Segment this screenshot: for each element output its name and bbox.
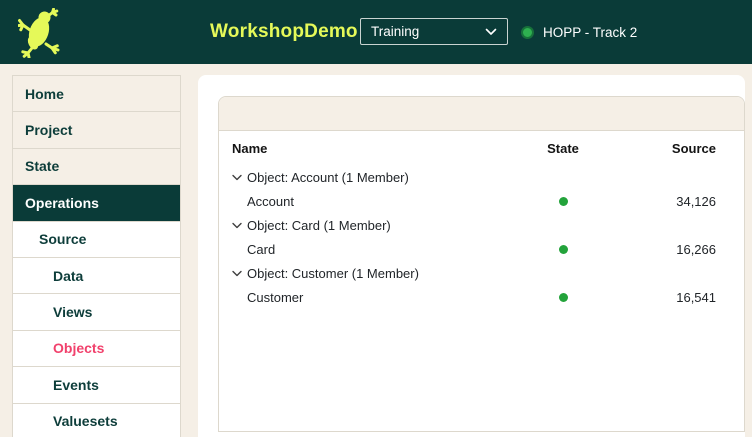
chevron-down-icon	[485, 28, 497, 36]
row-source-count: 16,266	[607, 242, 744, 257]
environment-select[interactable]: Training	[360, 18, 508, 45]
sidebar-item-valuesets[interactable]: Valuesets	[13, 404, 180, 437]
sidebar-item-label: Views	[53, 304, 92, 320]
sidebar-item-label: Source	[39, 231, 86, 247]
column-header-name: Name	[219, 141, 519, 156]
objects-card: Name State Source Object: Account (1 Mem…	[218, 96, 745, 432]
sidebar-item-label: Data	[53, 268, 83, 284]
row-name: Customer	[219, 290, 519, 305]
state-dot-icon	[559, 293, 568, 302]
row-source-count: 16,541	[607, 290, 744, 305]
sidebar-item-views[interactable]: Views	[13, 294, 180, 330]
sidebar-item-operations[interactable]: Operations	[13, 185, 180, 221]
sidebar-item-state[interactable]: State	[13, 149, 180, 185]
chevron-down-icon[interactable]	[232, 270, 242, 277]
row-source-count: 34,126	[607, 194, 744, 209]
sidebar-item-label: Operations	[25, 195, 99, 211]
sidebar-item-label: State	[25, 158, 59, 174]
group-label: Object: Card (1 Member)	[247, 218, 391, 233]
status-dot-icon	[521, 26, 534, 39]
table-row[interactable]: Account 34,126	[219, 189, 744, 213]
table-row[interactable]: Card 16,266	[219, 237, 744, 261]
table-header-row: Name State Source	[219, 131, 744, 165]
sidebar-item-label: Events	[53, 377, 99, 393]
top-header-bar: WorkshopDemo Training HOPP - Track 2	[0, 0, 752, 64]
sidebar-item-label: Objects	[53, 340, 104, 356]
sidebar-item-source[interactable]: Source	[13, 222, 180, 258]
chevron-down-icon[interactable]	[232, 222, 242, 229]
row-name: Card	[219, 242, 519, 257]
sidebar-item-objects[interactable]: Objects	[13, 331, 180, 367]
app-title: WorkshopDemo	[210, 0, 358, 64]
tree-group-row[interactable]: Object: Card (1 Member)	[219, 213, 744, 237]
sidebar-item-data[interactable]: Data	[13, 258, 180, 294]
chevron-down-icon[interactable]	[232, 174, 242, 181]
card-header	[219, 97, 744, 131]
sidebar-nav: Home Project State Operations Source Data View…	[12, 75, 181, 437]
state-dot-icon	[559, 197, 568, 206]
status-label: HOPP - Track 2	[543, 25, 637, 40]
sidebar-item-events[interactable]: Events	[13, 367, 180, 403]
column-header-source: Source	[607, 141, 744, 156]
table-row[interactable]: Customer 16,541	[219, 285, 744, 309]
sidebar-item-label: Valuesets	[53, 413, 118, 429]
group-label: Object: Customer (1 Member)	[247, 266, 419, 281]
sidebar-item-label: Project	[25, 122, 72, 138]
environment-select-value: Training	[371, 24, 419, 39]
sidebar-item-project[interactable]: Project	[13, 112, 180, 148]
tree-group-row[interactable]: Object: Customer (1 Member)	[219, 261, 744, 285]
row-name: Account	[219, 194, 519, 209]
group-label: Object: Account (1 Member)	[247, 170, 409, 185]
frog-logo-icon	[18, 8, 62, 58]
sidebar-item-home[interactable]: Home	[13, 76, 180, 112]
sidebar-item-label: Home	[25, 86, 64, 102]
tree-group-row[interactable]: Object: Account (1 Member)	[219, 165, 744, 189]
connection-status: HOPP - Track 2	[521, 0, 637, 64]
table-body: Object: Account (1 Member) Account 34,126 O…	[219, 165, 744, 309]
state-dot-icon	[559, 245, 568, 254]
column-header-state: State	[519, 141, 607, 156]
